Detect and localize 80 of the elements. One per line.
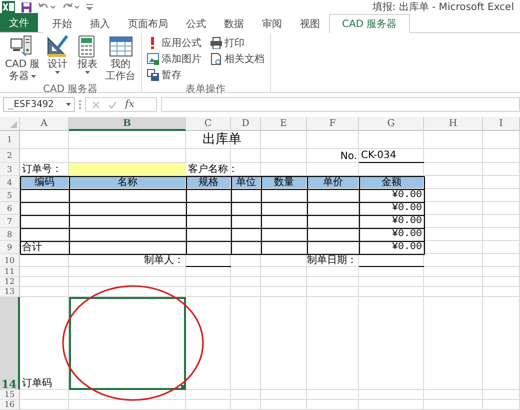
row-header[interactable]: 7 [0,215,20,228]
insert-function-button[interactable]: fx [125,99,134,110]
group-label: CAD 服务器 [42,83,99,97]
row-header[interactable]: 9 [0,241,20,254]
file-tab[interactable]: 文件 [0,13,38,32]
table-cell-text: ¥0.00 [390,215,423,228]
ribbon-button[interactable]: 报表 [74,35,102,82]
row-header[interactable]: 12 [0,277,20,287]
table-cell-text: ¥0.00 [390,241,423,254]
table-header: 单价 [308,177,358,188]
triangle-icon [10,121,17,128]
column-header[interactable]: E [261,117,307,131]
column-header[interactable]: A [20,117,69,131]
table-header: 单位 [232,177,260,188]
ribbon-button[interactable]: CAD 服 务器 [3,35,42,82]
window-title: 填报: 出库单 - Microsoft Excel [372,0,514,14]
ribbon-button[interactable]: 暂存 [144,68,204,82]
table-cell-text: ¥0.00 [390,228,423,241]
row-header[interactable]: 15 [0,390,20,400]
drag-handle-icon [79,100,81,109]
row-header[interactable]: 11 [0,267,20,277]
column-header[interactable]: G [359,117,424,131]
caret-icon [66,103,71,106]
form-title: 出库单 [202,131,242,149]
server-icon [10,35,34,58]
field-label: 制单人： [143,254,185,267]
column-header[interactable]: B [69,117,186,131]
cancel-icon[interactable] [92,100,100,108]
field-label: 客户名称： [187,163,239,176]
formula-field[interactable] [161,97,520,112]
input-cell[interactable] [69,163,186,176]
save-icon [146,69,159,81]
ribbon-button[interactable]: 应用公式 [144,36,204,50]
row-header[interactable]: 16 [0,400,20,410]
selected-cell[interactable] [69,297,186,390]
ribbon-button[interactable]: 相关文档 [208,52,267,66]
table-icon [108,35,133,58]
table-header: 名称 [70,177,185,188]
row-header[interactable]: 8 [0,228,20,241]
column-header[interactable]: C [186,117,231,131]
table-cell-text: ¥0.00 [390,202,423,215]
row-header[interactable]: 2 [0,149,20,163]
ribbon-button[interactable]: 我的 工作台 [104,35,138,82]
table-header: 编码 [21,177,68,188]
row-header[interactable]: 6 [0,202,20,215]
row-header[interactable]: 1 [0,131,20,149]
ribbon-button[interactable]: 打印 [208,36,267,50]
row-header[interactable]: 4 [0,176,20,189]
customize-toolbar-icon[interactable] [86,3,93,11]
printer-icon [210,37,222,49]
row-header[interactable]: 10 [0,254,20,267]
table-cell-text: ¥0.00 [390,189,423,202]
number-label: No. [339,150,358,163]
name-box[interactable]: _ESF3492 [3,97,75,112]
row-header[interactable]: 14 [0,297,20,390]
column-header[interactable]: I [483,117,520,131]
row-header[interactable]: 13 [0,287,20,297]
table-cell-text: 合计 [21,241,43,254]
column-header[interactable]: H [424,117,483,131]
ribbon-button[interactable]: 设计 [44,35,72,82]
document-icon [210,53,222,65]
table-header: 数量 [262,177,306,188]
row-header[interactable]: 3 [0,163,20,176]
field-label: 订单号： [21,163,63,176]
column-header[interactable]: D [231,117,261,131]
column-header[interactable]: F [307,117,359,131]
table-header: 金额 [360,177,423,188]
save-icon[interactable] [21,2,32,12]
row-header[interactable]: 5 [0,189,20,202]
group-label: 表单操作 [184,82,227,97]
ribbon-tab[interactable]: CAD 服务器 [329,14,410,33]
picture-add-icon [146,53,159,65]
excel-logo-icon[interactable] [2,1,15,13]
field-label: 订单码 [21,376,53,390]
ribbon-button[interactable]: 添加图片 [144,52,204,66]
table-header: 规格 [187,177,230,188]
check-icon[interactable] [108,100,117,108]
field-label: 制单日期： [306,254,358,267]
ruler-pencil-icon [46,35,70,58]
order-number: CK-034 [359,149,424,163]
